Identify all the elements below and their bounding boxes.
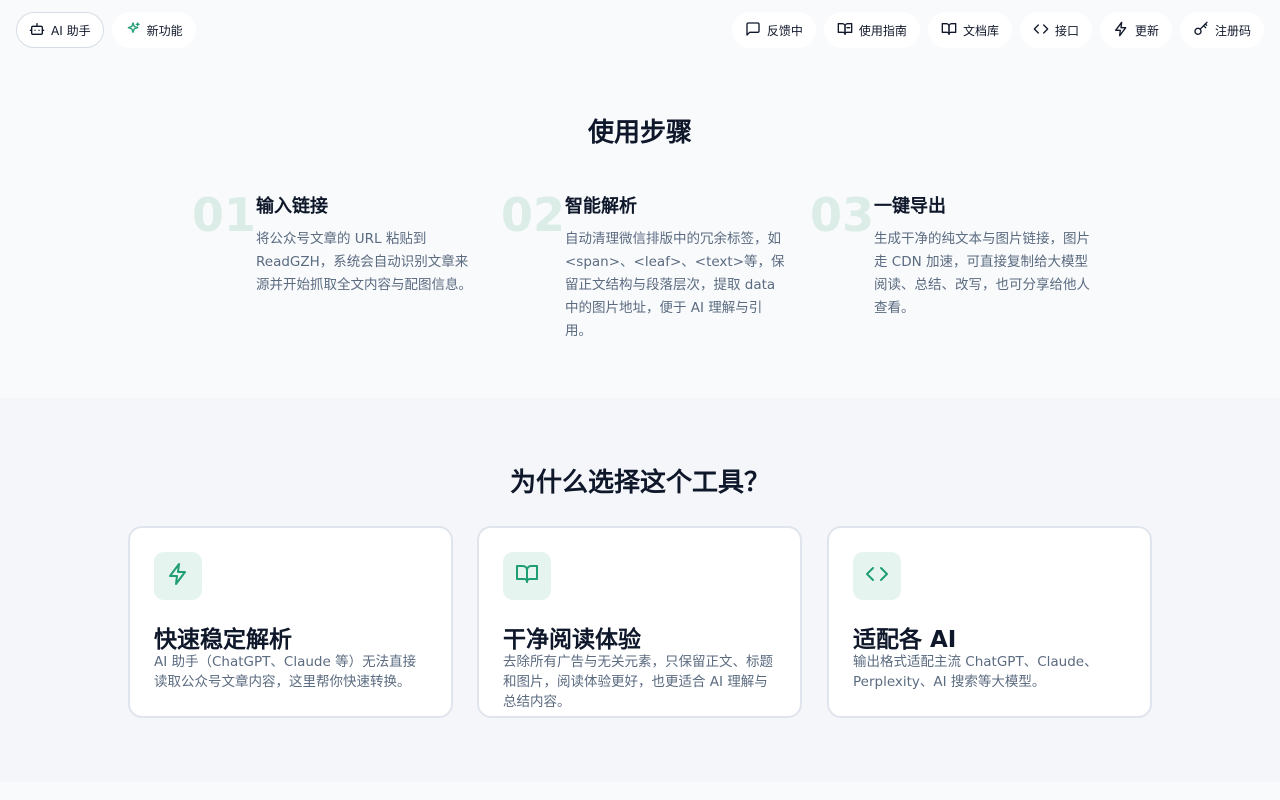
steps-section: 使用步骤 01 输入链接 将公众号文章的 URL 粘贴到 ReadGZH，系统会…: [0, 60, 1280, 398]
ai-assistant-label: AI 助手: [51, 23, 91, 38]
step-description: 将公众号文章的 URL 粘贴到 ReadGZH，系统会自动识别文章来源并开始抓取…: [256, 231, 472, 293]
feature-card: 适配各 AI 输出格式适配主流 ChatGPT、Claude、Perplexit…: [827, 526, 1152, 718]
docs-label: 文档库: [962, 23, 999, 38]
api-label: 接口: [1054, 23, 1079, 38]
new-features-button[interactable]: 新功能: [111, 12, 196, 48]
step-item: 03 一键导出 生成干净的纯文本与图片链接，图片走 CDN 加速，可直接复制给大…: [810, 186, 1100, 336]
zap-icon: [1113, 21, 1129, 40]
guide-label: 使用指南: [858, 23, 907, 38]
feedback-label: 反馈中: [766, 23, 803, 38]
updates-button[interactable]: 更新: [1099, 12, 1172, 48]
feedback-button[interactable]: 反馈中: [731, 12, 816, 48]
page-footer-edge: [0, 782, 1280, 800]
zap-icon: [166, 562, 190, 590]
api-button[interactable]: 接口: [1019, 12, 1092, 48]
docs-button[interactable]: 文档库: [927, 12, 1012, 48]
feature-icon-box: [853, 552, 901, 600]
step-item: 02 智能解析 自动清理微信排版中的冗余标签，如<span>、<leaf>、<t…: [501, 186, 791, 339]
step-number: 01: [192, 188, 257, 242]
step-description: 生成干净的纯文本与图片链接，图片走 CDN 加速，可直接复制给大模型阅读、总结、…: [874, 231, 1090, 316]
license-key-label: 注册码: [1214, 23, 1251, 38]
book-icon: [941, 21, 957, 40]
step-number: 03: [810, 188, 875, 242]
topbar-right-group: 反馈中 使用指南 文档库 接口 更新 注册码: [731, 12, 1264, 48]
step-description: 自动清理微信排版中的冗余标签，如<span>、<leaf>、<text>等，保留…: [565, 231, 785, 339]
feature-title: 干净阅读体验: [503, 627, 641, 653]
feature-card: 快速稳定解析 AI 助手（ChatGPT、Claude 等）无法直接读取公众号文…: [128, 526, 453, 718]
license-key-button[interactable]: 注册码: [1179, 12, 1264, 48]
steps-section-title: 使用步骤: [587, 118, 692, 148]
feature-description: 去除所有广告与无关元素，只保留正文、标题和图片，阅读体验更好，也更适合 AI 理…: [503, 654, 773, 710]
robot-icon: [29, 21, 45, 40]
feature-icon-box: [503, 552, 551, 600]
step-title: 一键导出: [874, 196, 946, 217]
sparkle-icon: [125, 21, 141, 40]
step-item: 01 输入链接 将公众号文章的 URL 粘贴到 ReadGZH，系统会自动识别文…: [192, 186, 482, 336]
feature-card: 干净阅读体验 去除所有广告与无关元素，只保留正文、标题和图片，阅读体验更好，也更…: [477, 526, 802, 718]
feature-description: AI 助手（ChatGPT、Claude 等）无法直接读取公众号文章内容，这里帮…: [154, 654, 417, 690]
features-section-title: 为什么选择这个工具？: [509, 468, 770, 498]
top-navigation-bar: AI 助手 新功能 反馈中 使用指南 文档库 接口 更新 注册码: [0, 0, 1280, 60]
step-title: 输入链接: [256, 196, 328, 217]
feature-title: 适配各 AI: [853, 627, 957, 653]
code-icon: [865, 562, 889, 590]
new-features-label: 新功能: [146, 23, 183, 38]
book-open-icon: [837, 21, 853, 40]
feature-description: 输出格式适配主流 ChatGPT、Claude、Perplexity、AI 搜索…: [853, 654, 1098, 690]
message-icon: [745, 21, 761, 40]
step-title: 智能解析: [565, 196, 637, 217]
key-icon: [1193, 21, 1209, 40]
features-section: 为什么选择这个工具？ 快速稳定解析 AI 助手（ChatGPT、Claude 等…: [0, 398, 1280, 782]
guide-button[interactable]: 使用指南: [823, 12, 920, 48]
updates-label: 更新: [1134, 23, 1159, 38]
book-open-icon: [515, 562, 539, 590]
step-number: 02: [501, 188, 566, 242]
ai-assistant-button[interactable]: AI 助手: [16, 12, 104, 48]
feature-title: 快速稳定解析: [154, 627, 292, 653]
feature-icon-box: [154, 552, 202, 600]
code-icon: [1033, 21, 1049, 40]
topbar-left-group: AI 助手 新功能: [16, 12, 196, 48]
